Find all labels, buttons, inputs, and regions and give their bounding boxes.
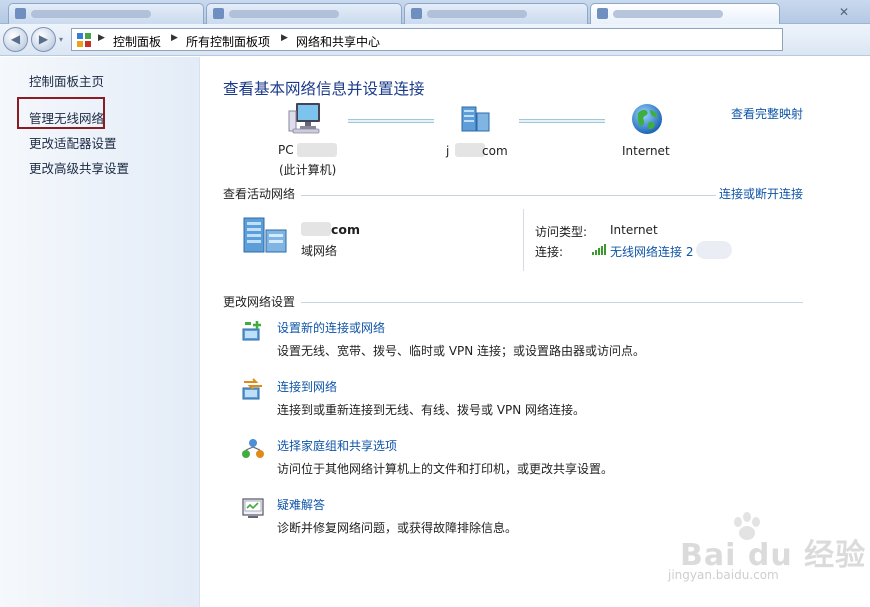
active-networks-heading: 查看活动网络 — [223, 187, 296, 201]
connect-disconnect-link[interactable]: 连接或断开连接 — [719, 185, 803, 202]
browser-tab-strip: ✕ — [0, 0, 870, 24]
browser-tab-active[interactable] — [590, 3, 780, 24]
troubleshoot-icon — [242, 498, 264, 518]
computer-label: PC — [278, 143, 294, 157]
close-icon[interactable]: ✕ — [834, 4, 854, 20]
connection-label: 连接: — [535, 245, 564, 259]
main-content: 查看基本网络信息并设置连接 查看完整映射 PC (此计算机) j com Int… — [201, 57, 870, 607]
task-homegroup-link[interactable]: 选择家庭组和共享选项 — [277, 437, 397, 454]
change-settings-heading: 更改网络设置 — [223, 295, 296, 309]
access-type-label: 访问类型: — [535, 225, 588, 239]
browser-tab[interactable] — [404, 3, 588, 24]
new-connection-icon — [242, 321, 261, 341]
address-box[interactable]: ▶ 控制面板 ▶ 所有控制面板项 ▶ 网络和共享中心 — [71, 28, 783, 51]
task-connect-network-link[interactable]: 连接到网络 — [277, 378, 337, 395]
network-label-suffix: com — [482, 144, 508, 158]
domain-network-icon[interactable] — [458, 103, 494, 133]
connection-line — [348, 119, 434, 123]
task-troubleshoot-desc: 诊断并修复网络问题，或获得故障排除信息。 — [277, 521, 518, 535]
tab-favicon-icon — [15, 8, 26, 19]
browser-tab[interactable] — [8, 3, 204, 24]
breadcrumb-arrow-icon[interactable]: ▶ — [98, 33, 105, 43]
computer-icon[interactable] — [287, 101, 323, 135]
task-connect-network-desc: 连接到或重新连接到无线、有线、拨号或 VPN 网络连接。 — [277, 403, 586, 417]
network-label: j — [446, 144, 450, 158]
globe-icon[interactable] — [630, 102, 664, 136]
connect-network-icon — [242, 378, 262, 400]
divider — [301, 302, 803, 303]
redacted-text — [301, 222, 331, 236]
divider-vertical — [523, 209, 524, 271]
tab-favicon-icon — [213, 8, 224, 19]
view-full-map-link[interactable]: 查看完整映射 — [731, 105, 803, 122]
domain-network-icon — [243, 217, 287, 253]
computer-sublabel: (此计算机) — [279, 163, 337, 177]
sidebar-item-home[interactable]: 控制面板主页 — [29, 71, 104, 90]
highlight-annotation — [17, 97, 105, 129]
divider — [301, 195, 716, 196]
redacted-text — [696, 241, 732, 259]
back-button[interactable]: ◀ — [3, 27, 28, 52]
task-setup-connection-link[interactable]: 设置新的连接或网络 — [277, 319, 385, 336]
internet-label: Internet — [622, 144, 670, 158]
breadcrumb-all-items[interactable]: 所有控制面板项 — [186, 33, 270, 50]
breadcrumb-network-center[interactable]: 网络和共享中心 — [296, 33, 380, 50]
task-homegroup-desc: 访问位于其他网络计算机上的文件和打印机，或更改共享设置。 — [277, 462, 614, 476]
active-network-name: com — [331, 222, 361, 237]
redacted-text — [455, 143, 485, 157]
tab-favicon-icon — [597, 8, 608, 19]
page-title: 查看基本网络信息并设置连接 — [223, 80, 425, 98]
redacted-text — [297, 143, 337, 157]
tab-favicon-icon — [411, 8, 422, 19]
forward-button[interactable]: ▶ — [31, 27, 56, 52]
breadcrumb-arrow-icon[interactable]: ▶ — [171, 33, 178, 43]
task-troubleshoot-link[interactable]: 疑难解答 — [277, 496, 325, 513]
homegroup-icon — [242, 439, 264, 458]
address-bar-row: ◀ ▶ ▾ ▶ 控制面板 ▶ 所有控制面板项 ▶ 网络和共享中心 — [0, 24, 870, 56]
active-network-type: 域网络 — [301, 244, 338, 258]
task-setup-connection-desc: 设置无线、宽带、拨号、临时或 VPN 连接；或设置路由器或访问点。 — [277, 344, 646, 358]
wireless-connection-link[interactable]: 无线网络连接 2 — [610, 243, 693, 260]
connection-line — [519, 119, 605, 123]
control-panel-icon — [77, 33, 91, 47]
browser-tab[interactable] — [206, 3, 402, 24]
sidebar-item-advanced-sharing[interactable]: 更改高级共享设置 — [29, 158, 129, 177]
breadcrumb-control-panel[interactable]: 控制面板 — [113, 33, 161, 50]
sidebar-item-adapter-settings[interactable]: 更改适配器设置 — [29, 133, 117, 152]
access-type-value: Internet — [610, 223, 658, 237]
wifi-signal-icon — [592, 244, 606, 255]
sidebar: 控制面板主页 管理无线网络 更改适配器设置 更改高级共享设置 — [0, 57, 200, 607]
breadcrumb-arrow-icon[interactable]: ▶ — [281, 33, 288, 43]
recent-pages-dropdown[interactable]: ▾ — [59, 35, 63, 44]
